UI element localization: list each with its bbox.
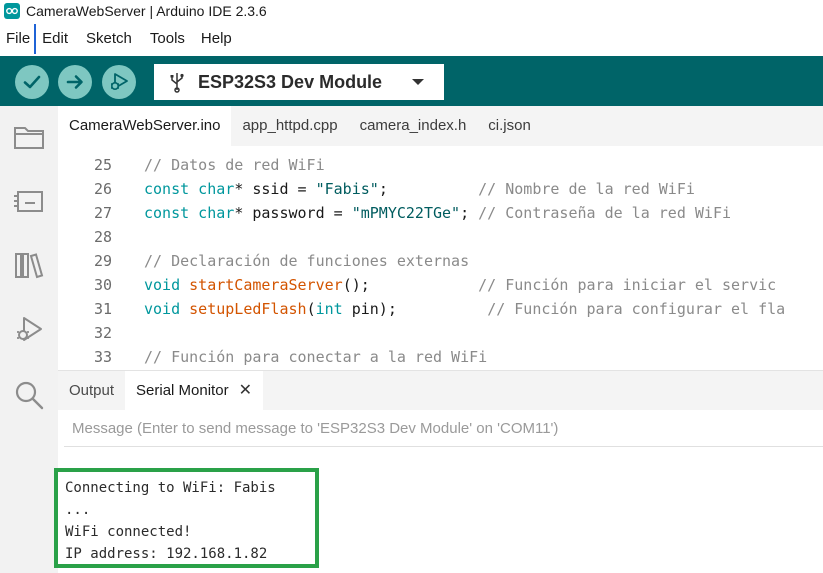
code-token: void — [144, 276, 190, 294]
line-number: 25 — [93, 156, 112, 174]
code-token: startCameraServer — [189, 276, 343, 294]
code-token: // Función para iniciar el servic — [478, 276, 777, 294]
title-bar: CameraWebServer | Arduino IDE 2.3.6 — [0, 0, 823, 22]
verify-button[interactable] — [15, 65, 49, 99]
code-text: const char* password = "mPMYC22TGe"; // … — [144, 201, 731, 225]
debug-button[interactable] — [102, 65, 136, 99]
chevron-down-icon — [412, 79, 424, 85]
serial-line: Connecting to WiFi: Fabis — [65, 480, 276, 496]
message-bar — [64, 411, 823, 447]
code-token: ; — [378, 180, 479, 198]
code-line: 28 — [58, 225, 823, 249]
line-number: 33 — [93, 348, 112, 366]
tab-output[interactable]: Output — [58, 371, 125, 411]
code-token: setupLedFlash — [189, 300, 307, 318]
board-manager-icon — [14, 191, 43, 212]
code-text: // Función para conectar a la red WiFi — [144, 345, 487, 369]
serial-message-input[interactable] — [64, 411, 823, 446]
code-token: "Fabis" — [315, 180, 379, 198]
code-text: void startCameraServer(); // Función par… — [144, 273, 776, 297]
menu-help[interactable]: Help — [195, 24, 238, 54]
code-line: 30 void startCameraServer(); // Función p… — [58, 273, 823, 297]
code-token: // Función para conectar a la red WiFi — [144, 348, 488, 366]
panel-tabs: Output Serial Monitor ✕ — [58, 370, 823, 411]
line-number: 30 — [93, 276, 112, 294]
code-editor[interactable]: 25// Datos de red WiFi 26 const char* ssid… — [58, 146, 823, 370]
code-token: pin); — [342, 300, 488, 318]
search-button[interactable] — [12, 378, 46, 412]
code-token: const char — [144, 204, 235, 222]
menu-file[interactable]: File — [0, 24, 37, 54]
boards-manager-button[interactable] — [12, 184, 46, 218]
line-number: 26 — [93, 180, 112, 198]
window-title: CameraWebServer | Arduino IDE 2.3.6 — [26, 3, 267, 19]
tab-camerawebserver-ino[interactable]: CameraWebServer.ino — [58, 106, 232, 146]
menu-tools[interactable]: Tools — [144, 24, 191, 54]
close-icon[interactable]: ✕ — [239, 371, 252, 411]
tab-app-httpd-cpp[interactable]: app_httpd.cpp — [231, 106, 348, 146]
menu-edit[interactable]: Edit — [36, 24, 74, 54]
code-text: const char* ssid = "Fabis"; // Nombre de… — [144, 177, 695, 201]
debug-icon — [111, 73, 128, 91]
code-token: "mPMYC22TGe" — [351, 204, 461, 222]
tab-serial-monitor[interactable]: Serial Monitor ✕ — [125, 370, 263, 411]
code-line: 27 const char* password = "mPMYC22TGe"; /… — [58, 201, 823, 225]
code-token: * ssid = — [234, 180, 316, 198]
menu-bar: File Edit Sketch Tools Help — [0, 24, 823, 54]
code-line: 32 — [58, 321, 823, 345]
code-token: // Nombre de la red WiFi — [478, 180, 695, 198]
tab-ci-json[interactable]: ci.json — [477, 106, 542, 146]
code-line: 31 void setupLedFlash(int pin); // Funció… — [58, 297, 823, 321]
code-token: ; — [460, 204, 479, 222]
code-text: void setupLedFlash(int pin); // Función … — [144, 297, 785, 321]
line-number: 31 — [93, 300, 112, 318]
folder-icon — [14, 127, 44, 149]
code-line: 26 const char* ssid = "Fabis"; // Nombre … — [58, 177, 823, 201]
usb-icon — [170, 73, 184, 93]
code-token: ( — [306, 300, 316, 318]
code-token: // Declaración de funciones externas — [144, 252, 470, 270]
line-number: 29 — [93, 252, 112, 270]
board-selector[interactable]: ESP32S3 Dev Module — [154, 64, 444, 100]
debug-icon — [17, 317, 42, 341]
tab-serial-monitor-label: Serial Monitor — [136, 381, 229, 399]
code-token: int — [315, 300, 343, 318]
code-token: // Contraseña de la red WiFi — [478, 204, 732, 222]
checkmark-icon — [23, 75, 41, 89]
library-manager-button[interactable] — [12, 248, 46, 282]
code-token: (); — [342, 276, 479, 294]
code-line: 29 // Declaración de funciones externas — [58, 249, 823, 273]
code-token: // Función para configurar el fla — [487, 300, 786, 318]
library-icon — [15, 253, 44, 279]
line-number: 32 — [93, 324, 112, 342]
arrow-right-icon — [66, 75, 83, 89]
code-token: const char — [144, 180, 235, 198]
code-line: 25 // Datos de red WiFi — [58, 153, 823, 177]
code-token: // Datos de red WiFi — [144, 156, 325, 174]
line-number: 28 — [93, 228, 112, 246]
code-text: // Declaración de funciones externas — [144, 249, 469, 273]
search-icon — [15, 381, 44, 410]
code-text: // Datos de red WiFi — [144, 153, 325, 177]
line-number: 27 — [93, 204, 112, 222]
toolbar: ESP32S3 Dev Module — [0, 56, 823, 106]
serial-line: ... — [65, 502, 91, 518]
editor-tabs: CameraWebServer.ino app_httpd.cpp camera… — [58, 106, 823, 146]
code-token: void — [144, 300, 190, 318]
tab-camera-index-h[interactable]: camera_index.h — [349, 106, 478, 146]
board-name: ESP32S3 Dev Module — [198, 71, 383, 92]
upload-button[interactable] — [58, 65, 92, 99]
debugger-button[interactable] — [12, 312, 46, 346]
arduino-logo-icon — [4, 3, 20, 19]
serial-line: WiFi connected! — [65, 524, 192, 540]
menu-sketch[interactable]: Sketch — [80, 24, 138, 54]
serial-line: IP address: 192.168.1.82 — [65, 546, 268, 562]
code-line: 33 // Función para conectar a la red WiFi — [58, 345, 823, 369]
code-token: * password = — [234, 204, 352, 222]
sidebar — [0, 106, 58, 573]
sketchbook-button[interactable] — [12, 120, 46, 154]
